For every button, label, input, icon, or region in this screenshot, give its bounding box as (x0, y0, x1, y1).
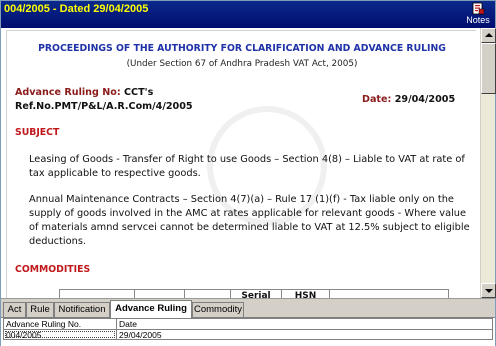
commodities-table: Serial HSN (59, 289, 449, 298)
arrow-down-icon (485, 289, 493, 293)
column-header-advance-ruling-no[interactable]: Advance Ruling No. (3, 318, 116, 329)
table-row[interactable]: 004/2005 29/04/2005 (3, 329, 493, 340)
tab-notification[interactable]: Notification (54, 302, 110, 317)
table-header-cell (135, 290, 185, 298)
advance-ruling-number: Advance Ruling No: CCT's (15, 87, 153, 98)
grid-cell-date[interactable]: 29/04/2005 (116, 329, 493, 340)
tab-bar: Act Rule Notification Advance Ruling Com… (1, 298, 495, 318)
scroll-up-button[interactable] (481, 28, 496, 43)
column-header-date[interactable]: Date (116, 318, 493, 329)
commodities-heading: COMMODITIES (15, 264, 91, 275)
notes-label: Notes (466, 15, 490, 25)
ruling-date: Date: 29/04/2005 (362, 94, 455, 105)
table-header-cell (330, 290, 449, 298)
document-view: PROCEEDINGS OF THE AUTHORITY FOR CLARIFI… (2, 28, 480, 298)
tab-commodity[interactable]: Commodity (192, 302, 244, 317)
arrow-up-icon (485, 33, 493, 37)
focus-outline (5, 331, 115, 338)
advance-ruling-value: CCT's (124, 87, 154, 98)
subject-heading: SUBJECT (15, 127, 60, 138)
document-frame: PROCEEDINGS OF THE AUTHORITY FOR CLARIFI… (6, 30, 476, 298)
grid-cell-ruling-no[interactable]: 004/2005 (3, 329, 116, 340)
subject-paragraph-1: Leasing of Goods - Transfer of Right to … (29, 154, 465, 179)
app-window: 004/2005 - Dated 29/04/2005 Notes PROCEE… (0, 0, 496, 346)
advance-ruling-label: Advance Ruling No: (15, 87, 121, 98)
document-scrollbar[interactable] (480, 28, 496, 298)
tab-act[interactable]: Act (3, 302, 26, 317)
table-header-hsn: HSN (282, 290, 330, 298)
notes-icon (472, 2, 485, 15)
table-header-serial: Serial (231, 290, 282, 298)
tab-rule[interactable]: Rule (26, 302, 54, 317)
grid-header-row: Advance Ruling No. Date (3, 318, 493, 329)
date-label: Date: (362, 94, 392, 105)
table-header-cell (185, 290, 231, 298)
subject-paragraph-2: Annual Maintenance Contracts – Section 4… (29, 194, 470, 247)
document-subheading: (Under Section 67 of Andhra Pradesh VAT … (126, 59, 358, 69)
reference-number: Ref.No.PMT/P&L/A.R.Com/4/2005 (15, 101, 193, 112)
date-value: 29/04/2005 (394, 94, 456, 105)
title-bar: 004/2005 - Dated 29/04/2005 Notes (1, 1, 495, 28)
scroll-thumb[interactable] (481, 43, 496, 94)
table-header-cell (60, 290, 135, 298)
notes-button[interactable]: Notes (463, 2, 493, 27)
document-heading: PROCEEDINGS OF THE AUTHORITY FOR CLARIFI… (38, 43, 446, 54)
scroll-down-button[interactable] (481, 283, 496, 298)
window-title: 004/2005 - Dated 29/04/2005 (4, 3, 149, 15)
tab-advance-ruling[interactable]: Advance Ruling (110, 300, 192, 318)
